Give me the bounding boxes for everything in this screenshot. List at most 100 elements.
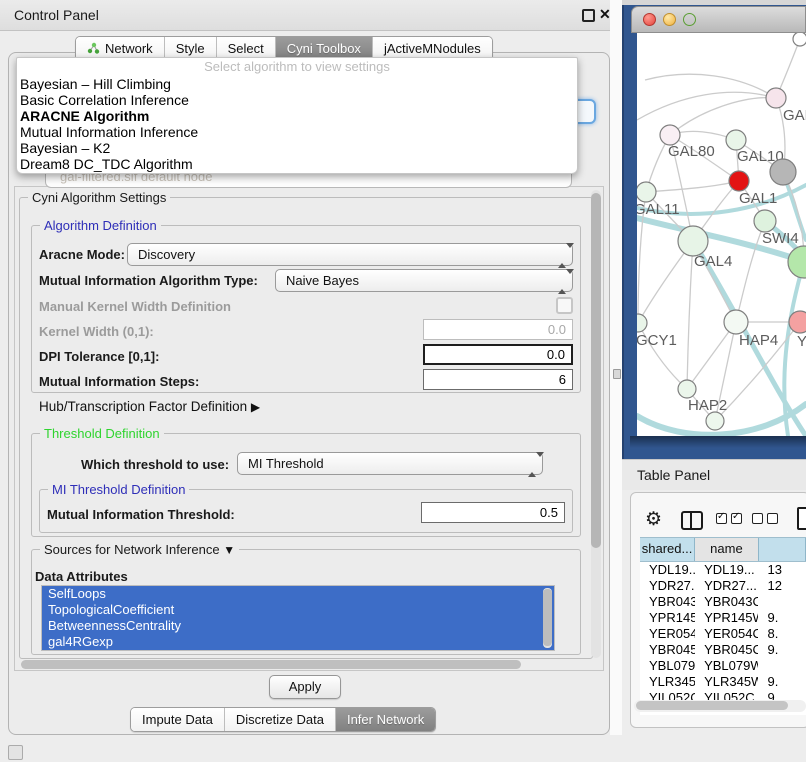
- mi-algorithm-type-select[interactable]: Naive Bayes: [275, 269, 573, 292]
- algorithm-popup: Select algorithm to view settings Bayesi…: [16, 57, 578, 174]
- algorithm-item-basic-correlation-inference[interactable]: Basic Correlation Inference: [17, 92, 577, 108]
- tab-discretize-data[interactable]: Discretize Data: [224, 708, 335, 731]
- mi-steps-field[interactable]: [423, 369, 573, 390]
- tab-infer-network[interactable]: Infer Network: [335, 708, 435, 731]
- network-node-gal1[interactable]: [729, 171, 749, 191]
- algorithm-item-dream8-dc-tdc-algorithm[interactable]: Dream8 DC_TDC Algorithm: [17, 156, 577, 172]
- control-panel-title: Control Panel: [14, 7, 99, 23]
- column-header-shared[interactable]: shared...: [640, 538, 695, 561]
- algorithm-item-aracne-algorithm[interactable]: ARACNE Algorithm: [17, 108, 577, 124]
- kernel-width-label: Kernel Width (0,1):: [39, 324, 154, 339]
- network-node-gcy1[interactable]: [637, 314, 647, 332]
- network-node-gal11[interactable]: [637, 182, 656, 202]
- table-cell: 12: [758, 578, 806, 594]
- network-node[interactable]: [788, 246, 806, 278]
- network-node-gal[interactable]: [766, 88, 786, 108]
- network-node-label: HAP2: [688, 397, 727, 414]
- table-header-row: shared...name: [640, 537, 806, 562]
- combo-stepper-icon: [528, 457, 536, 472]
- split-pane-divider[interactable]: [610, 0, 622, 735]
- manual-kernel-width-checkbox[interactable]: [556, 297, 573, 314]
- algorithm-item-mutual-information-inference[interactable]: Mutual Information Inference: [17, 124, 577, 140]
- list-scrollbar-thumb[interactable]: [543, 589, 552, 646]
- gear-icon[interactable]: ⚙: [645, 508, 662, 531]
- settings-horizontal-scrollbar[interactable]: [19, 659, 585, 670]
- network-node[interactable]: [770, 159, 796, 185]
- table-cell: 9.: [758, 610, 806, 626]
- attribute-item-topologicalcoefficient[interactable]: TopologicalCoefficient: [42, 602, 554, 618]
- sources-title[interactable]: Sources for Network Inference ▼: [40, 542, 239, 557]
- network-node-label: HAP4: [739, 332, 778, 349]
- close-window-icon[interactable]: [643, 13, 656, 26]
- kernel-width-field[interactable]: [423, 319, 573, 340]
- split-panel-icon[interactable]: [681, 511, 703, 530]
- hub-definition-expander[interactable]: Hub/Transcription Factor Definition ▶: [39, 399, 260, 414]
- network-canvas[interactable]: GALGAL80GAL10GAL1GAL11SWI4GAL4GCY1HAP4YH…: [637, 33, 806, 436]
- attribute-item-gal4rgexp[interactable]: gal4RGexp: [42, 634, 554, 650]
- table-cell: 9.: [758, 642, 806, 658]
- table-row[interactable]: YBR043CYBR043C: [640, 594, 806, 610]
- table-horizontal-scrollbar[interactable]: [634, 700, 806, 712]
- network-node-label: GAL: [783, 107, 806, 124]
- network-node-gal80[interactable]: [660, 125, 680, 145]
- table-cell: YDL19...: [695, 562, 758, 578]
- table-cell: YDR27...: [695, 578, 758, 594]
- float-window-icon[interactable]: [582, 9, 595, 22]
- table-row[interactable]: YDR27...YDR27...12: [640, 578, 806, 594]
- desktop-top-strip: [622, 0, 806, 5]
- network-node-swi4[interactable]: [754, 210, 776, 232]
- document-icon[interactable]: [797, 507, 806, 530]
- settings-scroll-area: Cyni Algorithm Settings Algorithm Defini…: [14, 186, 604, 671]
- table-horizontal-scrollbar-thumb[interactable]: [636, 701, 788, 710]
- network-node-hap4[interactable]: [724, 310, 748, 334]
- settings-horizontal-scrollbar-thumb[interactable]: [21, 660, 521, 669]
- apply-button[interactable]: Apply: [269, 675, 341, 699]
- cyni-algorithm-settings-title: Cyni Algorithm Settings: [28, 190, 170, 205]
- tab-label: Infer Network: [347, 708, 424, 731]
- table-row[interactable]: YDL19...YDL19...13: [640, 562, 806, 578]
- aracne-mode-select[interactable]: Discovery: [127, 243, 573, 266]
- panel-grip-icon[interactable]: [8, 745, 23, 760]
- minimize-window-icon[interactable]: [663, 13, 676, 26]
- table-row[interactable]: YBL079WYBL079W: [640, 658, 806, 674]
- select-all-checked-icon[interactable]: [716, 513, 742, 524]
- close-icon[interactable]: ✕: [599, 6, 611, 23]
- algorithm-item-bayesian-hill-climbing[interactable]: Bayesian – Hill Climbing: [17, 76, 577, 92]
- tab-label: Discretize Data: [236, 708, 324, 731]
- network-node-y[interactable]: [789, 311, 806, 333]
- dpi-tolerance-field[interactable]: [423, 344, 573, 365]
- network-node-gal10[interactable]: [726, 130, 746, 150]
- settings-vertical-scrollbar-thumb[interactable]: [591, 193, 601, 548]
- select-none-icon[interactable]: [752, 513, 778, 524]
- settings-vertical-scrollbar[interactable]: [591, 190, 601, 658]
- table-row[interactable]: YER054CYER054C8.: [640, 626, 806, 642]
- table-row[interactable]: YPR145WYPR145W9.: [640, 610, 806, 626]
- which-threshold-select[interactable]: MI Threshold: [237, 452, 543, 475]
- table-cell: YBL079W: [695, 658, 758, 674]
- list-scrollbar[interactable]: [543, 588, 552, 648]
- algorithm-item-bayesian-k2[interactable]: Bayesian – K2: [17, 140, 577, 156]
- network-node-gal4[interactable]: [678, 226, 708, 256]
- table-cell: YDR27...: [640, 578, 695, 594]
- zoom-window-icon[interactable]: [683, 13, 696, 26]
- network-node[interactable]: [706, 412, 724, 430]
- table-cell: 13: [758, 562, 806, 578]
- column-header-name[interactable]: name: [695, 538, 759, 561]
- table-cell: YBR043C: [640, 594, 695, 610]
- attribute-item-selfloops[interactable]: SelfLoops: [42, 586, 554, 602]
- table-row[interactable]: YBR045CYBR045C9.: [640, 642, 806, 658]
- network-graph: GALGAL80GAL10GAL1GAL11SWI4GAL4GCY1HAP4YH…: [637, 33, 806, 436]
- column-header-hidden[interactable]: [759, 538, 806, 561]
- table-cell: YER054C: [695, 626, 758, 642]
- checkbox-unchecked-icon: [767, 513, 778, 524]
- cyni-toolbox-tab-bar: Impute Data Discretize Data Infer Network: [130, 707, 436, 732]
- attribute-item-betweennesscentrality[interactable]: BetweennessCentrality: [42, 618, 554, 634]
- network-window-titlebar[interactable]: [631, 6, 806, 33]
- mi-threshold-field[interactable]: [421, 502, 565, 523]
- tab-impute-data[interactable]: Impute Data: [131, 708, 224, 731]
- table-row[interactable]: YLR345WYLR345W9.: [640, 674, 806, 690]
- mi-threshold-label: Mutual Information Threshold:: [47, 507, 235, 522]
- network-node[interactable]: [793, 33, 806, 46]
- network-node-hap2[interactable]: [678, 380, 696, 398]
- split-pane-grip-icon[interactable]: [613, 369, 621, 379]
